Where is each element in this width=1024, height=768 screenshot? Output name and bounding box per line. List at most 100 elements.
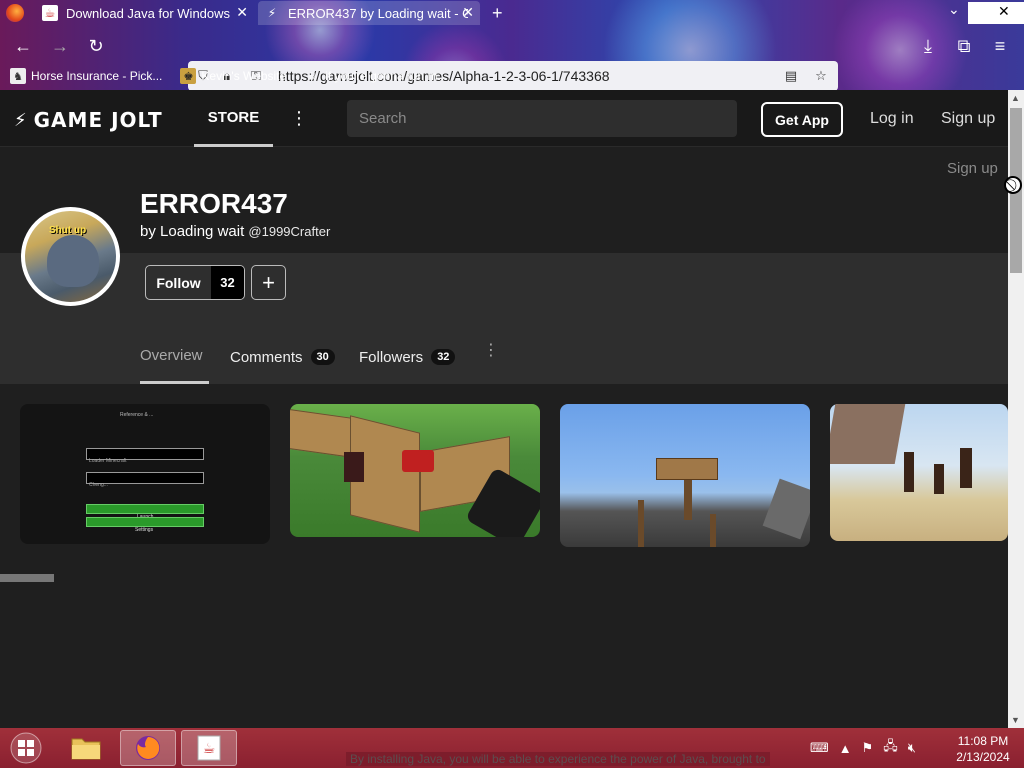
screenshot-button: Launch [86, 504, 204, 520]
tab-label: Overview [140, 347, 203, 364]
profile-tabs: Overview Comments 30 Followers 32 [0, 330, 1008, 384]
bolt-icon: ⚡ [14, 109, 28, 131]
window-close-icon[interactable]: ✕ [998, 3, 1010, 20]
screenshot-button: Settings [86, 517, 204, 533]
store-nav-link[interactable]: STORE [194, 90, 273, 147]
add-button[interactable]: + [251, 265, 286, 300]
clock[interactable]: 11:08 PM 2/13/2024 [950, 733, 1016, 765]
bookmark-label: Horse Insurance - Pick... [31, 69, 163, 83]
logo-text: GAME JOLT [33, 108, 163, 132]
screenshot-text: Reference & ... [120, 412, 154, 418]
list-all-tabs-button[interactable]: ⌄ [948, 1, 960, 18]
profile-more-icon[interactable]: ⋮ [483, 340, 499, 360]
gamejolt-logo[interactable]: ⚡ GAME JOLT [14, 108, 163, 132]
screenshot-detail [960, 448, 972, 488]
close-tab-icon[interactable]: ✕ [462, 4, 474, 21]
downloads-icon[interactable]: ⤓ [916, 34, 940, 58]
screenshot-detail [684, 480, 692, 520]
tab-label: Followers [359, 348, 424, 366]
screenshot-detail [934, 464, 944, 494]
bookmark-horse-insurance[interactable]: ♞ Horse Insurance - Pick... [10, 68, 162, 84]
system-tray: ⌨ ▲ ⚑ 🖧︎ 🔇︎ [810, 734, 926, 762]
follow-button[interactable]: Follow 32 [145, 265, 245, 300]
screenshot-text: Loader Minecraft [89, 458, 127, 464]
tab-bar: ☕ Download Java for Windows ✕ ⚡ ERROR437… [0, 0, 1024, 26]
screenshot-text: Cheng... [89, 482, 108, 488]
tab-overview[interactable]: Overview [140, 330, 209, 384]
get-app-button[interactable]: Get App [761, 102, 843, 137]
author-name[interactable]: Loading wait [160, 223, 244, 240]
screenshot-detail [830, 404, 906, 464]
java-install-message: By installing Java, you will be able to … [346, 752, 770, 766]
signup-link[interactable]: Sign up [941, 110, 995, 128]
by-prefix: by [140, 223, 156, 240]
avatar-caption: Shut up [49, 225, 87, 236]
screenshot-detail [402, 450, 434, 472]
byline: by Loading wait @1999Crafter [140, 223, 330, 240]
bookmark-label: if you're gonna run m... [325, 69, 448, 83]
media-strip: Reference & ... Loader Minecraft Cheng..… [0, 384, 1008, 728]
followers-count-badge: 32 [431, 349, 456, 365]
search-input[interactable] [347, 100, 737, 137]
avatar[interactable]: Shut up [21, 207, 120, 306]
author-handle[interactable]: @1999Crafter [248, 224, 330, 239]
tab-title: Download Java for Windows [66, 5, 231, 21]
more-options-icon[interactable]: ⋮ [290, 108, 308, 129]
screenshot-thumbnail[interactable] [560, 404, 810, 547]
taskbar-java-installer[interactable]: ☕ [181, 730, 237, 766]
svg-text:☕: ☕ [203, 741, 216, 757]
bookmark-if-youre-gonna[interactable]: ☠ if you're gonna run m... [304, 68, 447, 84]
taskbar-file-explorer[interactable] [58, 730, 114, 766]
tab-label: Comments [230, 348, 303, 366]
back-button[interactable]: ← [11, 34, 35, 58]
bookmarks-toolbar: ♞ Horse Insurance - Pick... ♚ Kevin's We… [0, 64, 1024, 88]
scroll-down-icon[interactable]: ▼ [1011, 715, 1020, 725]
horizontal-scrollbar[interactable] [0, 574, 54, 582]
navigation-bar: ← → ↻ ⛉ 🔒︎ ⚿ https://gamejolt.com/games/… [0, 30, 1024, 90]
scroll-up-icon[interactable]: ▲ [1011, 93, 1020, 103]
screenshot-detail [638, 500, 644, 547]
screenshot-thumbnail[interactable] [830, 404, 1008, 541]
forward-button[interactable]: → [48, 34, 72, 58]
new-tab-button[interactable]: + [492, 3, 503, 24]
show-hidden-icons-icon[interactable]: ▲ [839, 741, 852, 756]
follow-count: 32 [211, 266, 244, 299]
start-button[interactable] [6, 731, 46, 765]
screenshot-detail [656, 458, 718, 480]
horse-icon: ♞ [10, 68, 26, 84]
signup-ghost-link[interactable]: Sign up [947, 160, 998, 177]
game-title: ERROR437 [140, 188, 288, 219]
login-link[interactable]: Log in [870, 110, 914, 128]
screenshot-field: Loader Minecraft [86, 448, 204, 464]
flag-icon[interactable]: ⚑ [862, 740, 874, 756]
volume-muted-icon[interactable]: 🔇︎ [908, 740, 916, 756]
skull-icon: ☠ [307, 70, 318, 83]
tab-comments[interactable]: Comments 30 [230, 330, 335, 384]
menu-icon[interactable]: ≡ [988, 34, 1012, 58]
extensions-icon[interactable]: ⧉ [952, 34, 976, 58]
screenshot-detail [344, 452, 364, 482]
screenshot-field: Cheng... [86, 472, 204, 488]
site-icon: ♚ [180, 68, 197, 84]
taskbar-firefox[interactable] [120, 730, 176, 766]
follow-label: Follow [156, 274, 201, 291]
close-tab-icon[interactable]: ✕ [236, 4, 248, 21]
tab-download-java[interactable]: ☕ Download Java for Windows ✕ [36, 1, 254, 25]
java-icon: ☕ [197, 735, 221, 761]
bookmark-kevins-website[interactable]: ♚ Kevin's Website [180, 68, 286, 84]
java-icon: ☕ [42, 5, 58, 21]
screenshot-thumbnail[interactable] [290, 404, 540, 537]
clock-time: 11:08 PM [957, 734, 1009, 748]
tab-followers[interactable]: Followers 32 [359, 330, 456, 384]
tab-gamejolt[interactable]: ⚡ ERROR437 by Loading wait - Ga ✕ [258, 1, 480, 25]
firefox-icon [136, 736, 160, 760]
screenshot-thumbnail[interactable]: Reference & ... Loader Minecraft Cheng..… [20, 404, 270, 544]
reload-button[interactable]: ↻ [84, 34, 108, 58]
windows-logo-icon [10, 732, 42, 764]
clock-date: 2/13/2024 [956, 750, 1010, 764]
not-allowed-cursor-icon: ⃠ [1004, 176, 1022, 194]
tab-title: ERROR437 by Loading wait - Ga [288, 5, 468, 21]
network-icon[interactable]: 🖧︎ [883, 737, 898, 759]
firefox-menu-icon[interactable] [6, 4, 24, 22]
keyboard-icon[interactable]: ⌨ [810, 740, 829, 756]
